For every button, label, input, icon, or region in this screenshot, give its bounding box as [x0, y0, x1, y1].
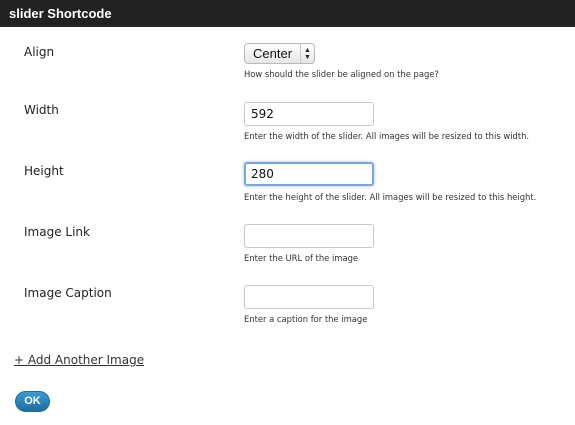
align-help: How should the slider be aligned on the …	[244, 69, 439, 79]
width-help: Enter the width of the slider. All image…	[244, 131, 530, 141]
image-caption-input[interactable]	[244, 285, 374, 309]
shortcode-dialog: slider Shortcode Align Center ▲ ▼ How sho…	[0, 0, 575, 425]
dialog-title: slider Shortcode	[0, 0, 575, 27]
width-input[interactable]	[244, 102, 374, 126]
image-link-label: Image Link	[24, 225, 90, 239]
align-select[interactable]: Center ▲ ▼	[244, 43, 315, 64]
image-link-input[interactable]	[244, 224, 374, 248]
image-caption-help: Enter a caption for the image	[244, 314, 368, 324]
align-select-value: Center	[253, 46, 293, 61]
height-help: Enter the height of the slider. All imag…	[244, 192, 537, 202]
up-down-chevron-icon: ▲ ▼	[300, 44, 314, 63]
height-input[interactable]	[244, 162, 374, 186]
width-label: Width	[24, 103, 59, 117]
ok-button[interactable]: OK	[15, 391, 50, 412]
image-caption-label: Image Caption	[24, 286, 112, 300]
height-label: Height	[24, 164, 64, 178]
align-select-box[interactable]: Center ▲ ▼	[244, 43, 315, 64]
align-label: Align	[24, 45, 55, 59]
add-another-image-link[interactable]: + Add Another Image	[14, 353, 144, 367]
image-link-help: Enter the URL of the image	[244, 253, 359, 263]
